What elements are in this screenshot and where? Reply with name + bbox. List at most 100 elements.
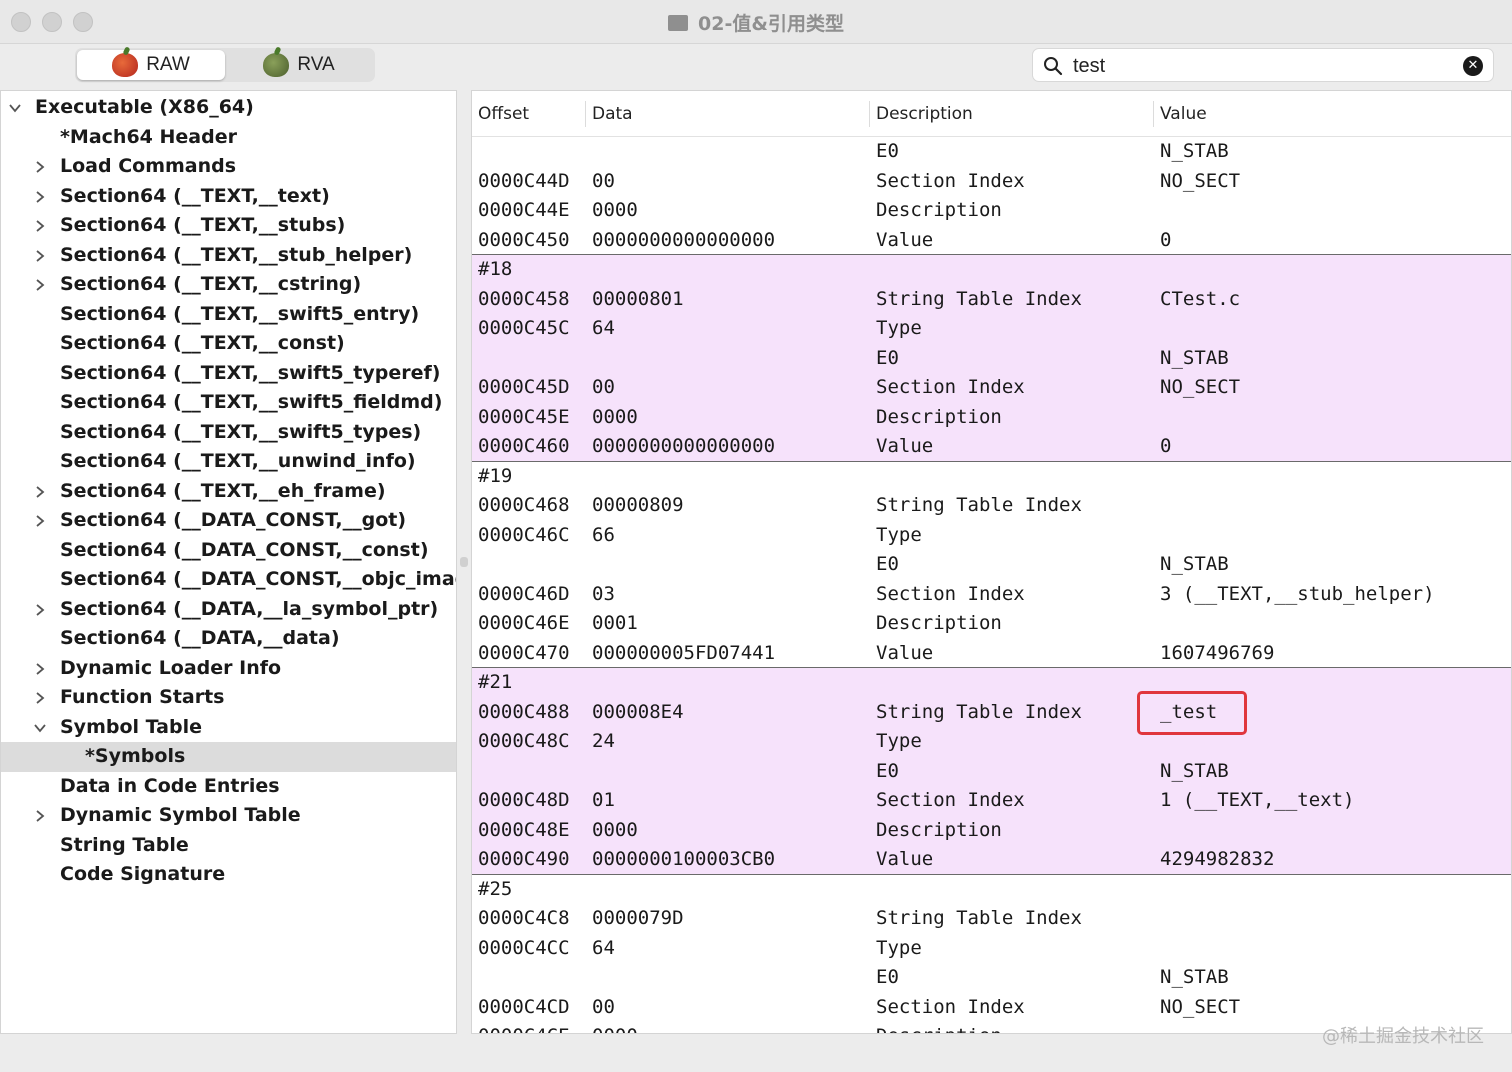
table-row[interactable]: 0000C45C 64 Type	[472, 314, 1511, 344]
table-row[interactable]: 0000C468 00000809 String Table Index	[472, 491, 1511, 521]
chevron-right-icon[interactable]	[33, 249, 47, 263]
search-input[interactable]	[1073, 53, 1453, 79]
green-apple-icon	[263, 53, 290, 77]
table-row[interactable]: 0000C460 0000000000000000 Value 0	[472, 432, 1511, 462]
tree-item[interactable]: Section64 (__TEXT,__swift5_fieldmd)	[1, 388, 456, 418]
table-row[interactable]: 0000C44D 00 Section Index NO_SECT	[472, 167, 1511, 197]
chevron-right-icon[interactable]	[33, 278, 47, 292]
tree-item[interactable]: Section64 (__DATA_CONST,__got)	[1, 506, 456, 536]
value-cell: 3 (__TEXT,__stub_helper)	[1160, 582, 1435, 605]
chevron-right-icon[interactable]	[33, 485, 47, 499]
table-row[interactable]: E0 N_STAB	[472, 137, 1511, 167]
value-cell: NO_SECT	[1160, 376, 1241, 398]
tree-item[interactable]: Section64 (__TEXT,__cstring)	[1, 270, 456, 300]
table-row[interactable]: #21	[472, 668, 1511, 698]
tree-item[interactable]: Data in Code Entries	[1, 772, 456, 802]
chevron-right-icon[interactable]	[33, 160, 47, 174]
table-row[interactable]: 0000C44E 0000 Description	[472, 196, 1511, 226]
chevron-down-icon[interactable]	[8, 101, 22, 115]
window-title-wrap: 02-值&引用类型	[0, 9, 1512, 36]
tree-item[interactable]: Section64 (__DATA,__la_symbol_ptr)	[1, 595, 456, 625]
chevron-right-icon[interactable]	[33, 809, 47, 823]
tree-item[interactable]: *Symbols	[1, 742, 456, 772]
column-header-description[interactable]: Description	[876, 104, 973, 124]
rva-mode-button[interactable]: RVA	[225, 50, 373, 80]
tree-item[interactable]: Section64 (__DATA_CONST,__objc_imag..	[1, 565, 456, 595]
tree-item-label: Section64 (__TEXT,__cstring)	[60, 273, 362, 295]
raw-mode-button[interactable]: RAW	[77, 50, 225, 80]
table-row[interactable]: E0 N_STAB	[472, 963, 1511, 993]
table-row[interactable]: 0000C46C 66 Type	[472, 521, 1511, 551]
tree-item[interactable]: *Mach64 Header	[1, 123, 456, 153]
table-row[interactable]: 0000C450 0000000000000000 Value 0	[472, 226, 1511, 255]
column-divider[interactable]	[585, 101, 586, 127]
column-header-data[interactable]: Data	[592, 104, 633, 124]
table-row[interactable]: 0000C488 000008E4 String Table Index _test	[472, 697, 1511, 727]
chevron-right-icon[interactable]	[33, 219, 47, 233]
description-cell: E0	[876, 553, 899, 575]
chevron-right-icon[interactable]	[33, 691, 47, 705]
table-row[interactable]: 0000C470 000000005FD07441 Value 1607496769	[472, 639, 1511, 668]
data-cell: 0000000000000000	[592, 435, 776, 457]
address-mode-segmented-control: RAW RVA	[75, 48, 375, 82]
tree-item[interactable]: Section64 (__TEXT,__eh_frame)	[1, 477, 456, 507]
chevron-right-icon[interactable]	[33, 662, 47, 676]
offset-cell: 0000C468	[478, 494, 570, 516]
tree-item[interactable]: Section64 (__TEXT,__unwind_info)	[1, 447, 456, 477]
column-header-offset[interactable]: Offset	[478, 104, 529, 124]
chevron-right-icon[interactable]	[33, 603, 47, 617]
table-row[interactable]: #18	[472, 255, 1511, 285]
description-cell: Type	[876, 936, 922, 959]
table-row[interactable]: 0000C490 0000000100003CB0 Value 4294982832	[472, 845, 1511, 875]
table-row[interactable]: 0000C458 00000801 String Table Index CTest.…	[472, 284, 1511, 314]
tree-item[interactable]: Function Starts	[1, 683, 456, 713]
tree-item[interactable]: Section64 (__TEXT,__swift5_typeref)	[1, 359, 456, 389]
tree-item[interactable]: Section64 (__DATA_CONST,__const)	[1, 536, 456, 566]
table-row[interactable]: #19	[472, 462, 1511, 492]
data-cell: 0000	[592, 818, 638, 841]
table-row[interactable]: 0000C45D 00 Section Index NO_SECT	[472, 373, 1511, 403]
tree-item-label: Symbol Table	[60, 715, 202, 738]
tree-item[interactable]: Section64 (__TEXT,__stub_helper)	[1, 241, 456, 271]
table-row[interactable]: 0000C4C8 0000079D String Table Index	[472, 904, 1511, 934]
table-row[interactable]: E0 N_STAB	[472, 550, 1511, 580]
table-row[interactable]: 0000C45E 0000 Description	[472, 402, 1511, 432]
tree-item[interactable]: Section64 (__TEXT,__stubs)	[1, 211, 456, 241]
value-cell: 4294982832	[1160, 848, 1275, 870]
table-row[interactable]: E0 N_STAB	[472, 756, 1511, 786]
table-row[interactable]: #25	[472, 875, 1511, 905]
tree-item[interactable]: Section64 (__DATA,__data)	[1, 624, 456, 654]
tree-item[interactable]: Dynamic Loader Info	[1, 654, 456, 684]
table-row[interactable]: E0 N_STAB	[472, 343, 1511, 373]
chevron-right-icon[interactable]	[33, 514, 47, 528]
description-cell: E0	[876, 966, 899, 988]
table-row[interactable]: 0000C46E 0001 Description	[472, 609, 1511, 639]
table-row[interactable]: 0000C48E 0000 Description	[472, 815, 1511, 845]
tree-item[interactable]: Section64 (__TEXT,__swift5_entry)	[1, 300, 456, 330]
tree-item[interactable]: Dynamic Symbol Table	[1, 801, 456, 831]
chevron-right-icon[interactable]	[33, 190, 47, 204]
tree-item[interactable]: String Table	[1, 831, 456, 861]
tree-item-label: *Symbols	[85, 745, 186, 767]
table-row[interactable]: 0000C4CC 64 Type	[472, 934, 1511, 964]
tree-item[interactable]: Section64 (__TEXT,__const)	[1, 329, 456, 359]
divider-handle[interactable]	[460, 557, 468, 567]
chevron-down-icon[interactable]	[33, 721, 47, 735]
tree-item[interactable]: Load Commands	[1, 152, 456, 182]
column-header-value[interactable]: Value	[1160, 104, 1207, 124]
column-divider[interactable]	[1153, 101, 1154, 127]
tree-item[interactable]: Executable (X86_64)	[1, 93, 456, 123]
tree-item[interactable]: Section64 (__TEXT,__swift5_types)	[1, 418, 456, 448]
table-row[interactable]: 0000C48D 01 Section Index 1 (__TEXT,__text)	[472, 786, 1511, 816]
clear-search-icon[interactable]: ✕	[1463, 56, 1483, 76]
tree-item[interactable]: Section64 (__TEXT,__text)	[1, 182, 456, 212]
tree-item[interactable]: Symbol Table	[1, 713, 456, 743]
table-row[interactable]: 0000C4CD 00 Section Index NO_SECT	[472, 993, 1511, 1023]
column-divider[interactable]	[869, 101, 870, 127]
table-row[interactable]: 0000C48C 24 Type	[472, 727, 1511, 757]
offset-cell: 0000C48D	[478, 789, 570, 811]
tree-item-label: Section64 (__DATA,__la_symbol_ptr)	[60, 597, 439, 620]
table-row[interactable]: 0000C46D 03 Section Index 3 (__TEXT,__stub_…	[472, 580, 1511, 610]
search-field[interactable]: ✕	[1032, 48, 1494, 82]
tree-item[interactable]: Code Signature	[1, 860, 456, 890]
